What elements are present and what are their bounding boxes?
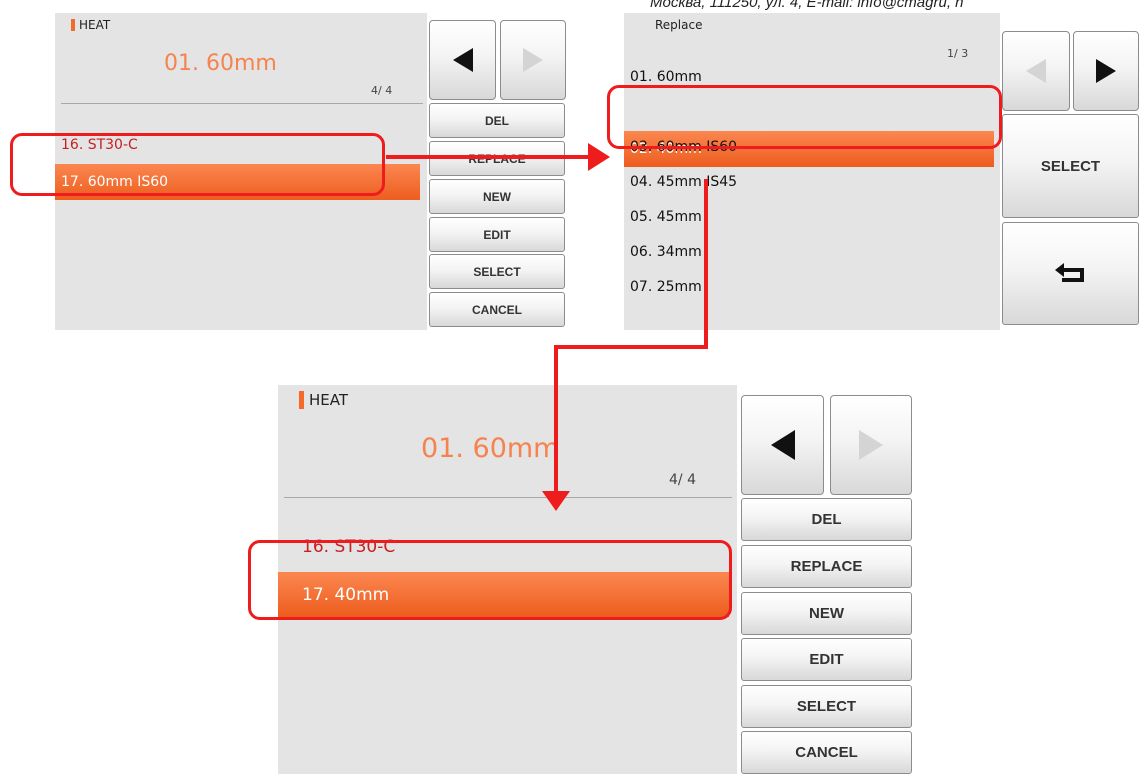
select-button[interactable]: SELECT (1002, 114, 1139, 218)
highlight-box (248, 540, 732, 620)
cancel-button[interactable]: CANCEL (741, 731, 912, 774)
replace-button[interactable]: REPLACE (741, 545, 912, 588)
del-button[interactable]: DEL (741, 498, 912, 541)
connector-line (554, 345, 708, 349)
arrow-right-icon (1096, 59, 1116, 83)
back-button[interactable] (1002, 222, 1139, 325)
arrow-left-icon (770, 430, 795, 460)
separator (284, 497, 732, 498)
page-indicator: 1/ 3 (947, 47, 969, 60)
arrow-head-icon (542, 491, 570, 511)
list-item[interactable]: 05. 45mm (630, 209, 702, 225)
next-page-button[interactable] (1073, 31, 1139, 111)
connector-line (554, 345, 558, 493)
arrow-left-icon (452, 48, 473, 72)
arrow-head-icon (588, 143, 610, 171)
header-text: Москва, 111250, ул. 4, E-mail: info@cmag… (650, 0, 964, 11)
current-value: 01. 60mm (164, 51, 277, 76)
connector-line (704, 179, 708, 349)
title-accent-bar (71, 19, 75, 31)
next-page-button[interactable] (500, 20, 566, 100)
prev-page-button[interactable] (429, 20, 496, 100)
return-arrow-icon (1054, 262, 1084, 282)
panel-title: HEAT (309, 391, 349, 409)
edit-button[interactable]: EDIT (429, 217, 565, 252)
arrow-left-icon (1026, 59, 1046, 83)
arrow-right-icon (859, 430, 883, 460)
prev-page-button[interactable] (1002, 31, 1070, 111)
connector-line (386, 155, 591, 159)
separator (61, 103, 423, 104)
title-accent-bar (299, 391, 304, 409)
select-button[interactable]: SELECT (741, 685, 912, 728)
page-indicator: 4/ 4 (669, 472, 696, 488)
list-item[interactable]: 04. 45mm IS45 (630, 174, 737, 190)
panel-title: HEAT (79, 18, 111, 32)
next-page-button[interactable] (830, 395, 912, 495)
panel-title: Replace (655, 18, 703, 32)
edit-button[interactable]: EDIT (741, 638, 912, 681)
page-indicator: 4/ 4 (371, 84, 393, 97)
cancel-button[interactable]: CANCEL (429, 292, 565, 327)
list-item[interactable]: 06. 34mm (630, 244, 702, 260)
new-button[interactable]: NEW (429, 179, 565, 214)
highlight-box (10, 133, 385, 196)
arrow-right-icon (523, 48, 543, 72)
prev-page-button[interactable] (741, 395, 824, 495)
new-button[interactable]: NEW (741, 592, 912, 635)
replace-panel: Replace 1/ 3 01. 60mm 02. 40mm 03. 60mm IS… (624, 13, 1000, 330)
select-button[interactable]: SELECT (429, 254, 565, 289)
del-button[interactable]: DEL (429, 103, 565, 138)
list-item[interactable]: 07. 25mm (630, 279, 702, 295)
list-item[interactable]: 01. 60mm (630, 69, 702, 85)
current-value: 01. 60mm (421, 433, 560, 464)
highlight-box (607, 85, 1002, 149)
